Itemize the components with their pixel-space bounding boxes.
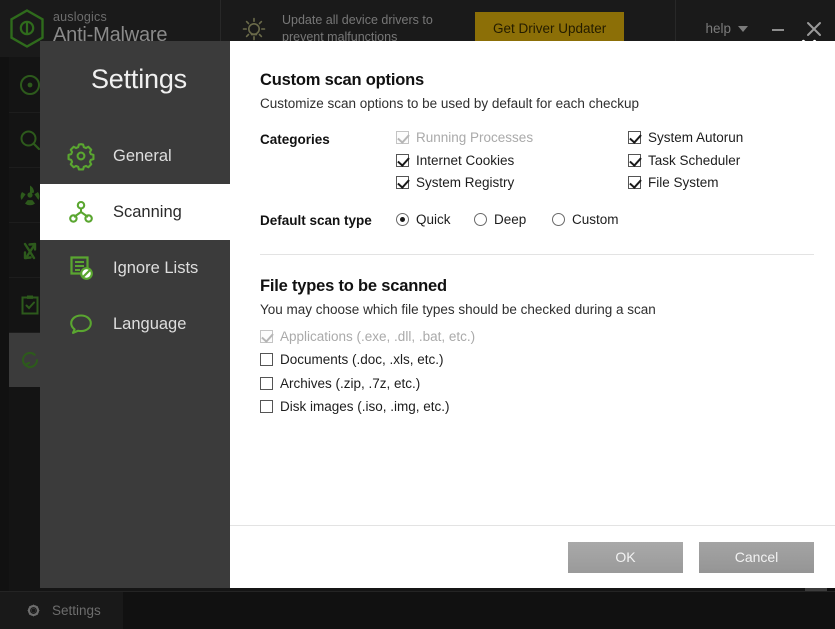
checkbox-box[interactable] — [628, 131, 641, 144]
checkbox-task-scheduler[interactable]: Task Scheduler — [628, 154, 814, 168]
checkbox-system-autorun[interactable]: System Autorun — [628, 131, 814, 145]
default-scan-type-row: Default scan type Quick Deep Custom — [260, 212, 814, 228]
checkbox-label: System Autorun — [648, 131, 743, 145]
checkbox-internet-cookies[interactable]: Internet Cookies — [396, 154, 582, 168]
file-types-subheading: You may choose which file types should b… — [260, 302, 814, 317]
checkbox-label: Internet Cookies — [416, 154, 514, 168]
checkbox-box[interactable] — [396, 154, 409, 167]
file-types-list: Applications (.exe, .dll, .bat, etc.) Do… — [260, 330, 814, 414]
checkbox-box[interactable] — [396, 176, 409, 189]
radio-circle[interactable] — [474, 213, 487, 226]
categories-column-2: System Autorun Task Scheduler File Syste… — [628, 131, 814, 190]
sidebar-item-language[interactable]: Language — [40, 296, 230, 352]
radio-quick[interactable]: Quick — [396, 212, 474, 227]
nodes-icon — [66, 197, 96, 227]
checkbox-archives[interactable]: Archives (.zip, .7z, etc.) — [260, 377, 814, 391]
radio-label: Deep — [494, 212, 526, 227]
checkbox-box — [260, 330, 273, 343]
checkbox-disk-images[interactable]: Disk images (.iso, .img, etc.) — [260, 400, 814, 414]
checkbox-box[interactable] — [628, 154, 641, 167]
custom-scan-options-subheading: Customize scan options to be used by def… — [260, 96, 814, 111]
radio-circle[interactable] — [552, 213, 565, 226]
block-list-icon — [66, 253, 96, 283]
checkbox-label: Disk images (.iso, .img, etc.) — [280, 400, 450, 414]
checkbox-running-processes: Running Processes — [396, 131, 582, 145]
sidebar-item-label: Language — [113, 315, 186, 334]
settings-sidebar: Settings General — [40, 41, 230, 588]
checkbox-box[interactable] — [628, 176, 641, 189]
gear-icon — [66, 141, 96, 171]
checkbox-label: System Registry — [416, 176, 514, 190]
cancel-button[interactable]: Cancel — [699, 542, 814, 573]
brand-name: auslogics — [53, 11, 167, 24]
sidebar-item-label: General — [113, 147, 172, 166]
radio-label: Custom — [572, 212, 619, 227]
clipboard-check-icon — [18, 293, 42, 317]
search-icon — [18, 128, 42, 152]
custom-scan-options-heading: Custom scan options — [260, 71, 814, 90]
checkbox-file-system[interactable]: File System — [628, 176, 814, 190]
radio-label: Quick — [416, 212, 451, 227]
help-label: help — [705, 21, 731, 36]
settings-title: Settings — [40, 64, 230, 95]
settings-dialog: Settings General — [40, 41, 795, 588]
file-types-heading: File types to be scanned — [260, 277, 814, 296]
checkbox-label: File System — [648, 176, 719, 190]
checkbox-documents[interactable]: Documents (.doc, .xls, etc.) — [260, 353, 814, 367]
speech-bubble-icon — [66, 309, 96, 339]
lightbulb-icon — [239, 14, 269, 44]
sidebar-item-label: Scanning — [113, 203, 182, 222]
sidebar-item-label: Ignore Lists — [113, 259, 198, 278]
checkbox-label: Applications (.exe, .dll, .bat, etc.) — [280, 330, 475, 344]
auslogics-logo-icon — [10, 9, 44, 48]
categories-row: Categories Running Processes Internet Co… — [260, 131, 814, 190]
checkbox-box[interactable] — [260, 377, 273, 390]
arrows-icon — [18, 238, 42, 262]
dialog-footer: OK Cancel — [230, 525, 835, 588]
ok-button[interactable]: OK — [568, 542, 683, 573]
checkbox-system-registry[interactable]: System Registry — [396, 176, 582, 190]
categories-label: Categories — [260, 131, 396, 190]
statusbar-settings-label: Settings — [52, 603, 101, 618]
refresh-icon — [18, 348, 42, 372]
settings-content: Custom scan options Customize scan optio… — [230, 41, 835, 588]
radio-custom[interactable]: Custom — [552, 212, 630, 227]
checkbox-applications: Applications (.exe, .dll, .bat, etc.) — [260, 330, 814, 344]
checkbox-label: Running Processes — [416, 131, 533, 145]
app-statusbar: Settings — [0, 591, 835, 629]
close-dialog-button[interactable] — [798, 36, 820, 58]
radio-circle[interactable] — [396, 213, 409, 226]
scan-type-radio-group: Quick Deep Custom — [396, 212, 630, 227]
section-divider — [260, 254, 814, 255]
settings-nav-list: General Scanning — [40, 128, 230, 352]
checkbox-box[interactable] — [260, 400, 273, 413]
gear-icon — [26, 603, 41, 618]
sidebar-item-ignore-lists[interactable]: Ignore Lists — [40, 240, 230, 296]
checkbox-label: Archives (.zip, .7z, etc.) — [280, 377, 420, 391]
sidebar-item-scanning[interactable]: Scanning — [40, 184, 230, 240]
statusbar-settings-button[interactable]: Settings — [0, 592, 123, 629]
checkbox-label: Task Scheduler — [648, 154, 740, 168]
close-icon — [800, 38, 818, 56]
chevron-down-icon — [738, 26, 748, 32]
radio-deep[interactable]: Deep — [474, 212, 552, 227]
default-scan-type-label: Default scan type — [260, 212, 396, 228]
categories-column-1: Running Processes Internet Cookies Syste… — [396, 131, 582, 190]
help-dropdown[interactable]: help — [694, 14, 759, 43]
checkbox-box — [396, 131, 409, 144]
categories-columns: Running Processes Internet Cookies Syste… — [396, 131, 814, 190]
sidebar-item-general[interactable]: General — [40, 128, 230, 184]
checkbox-label: Documents (.doc, .xls, etc.) — [280, 353, 444, 367]
application-window: auslogics Anti-Malware — [0, 0, 835, 629]
overview-icon — [18, 73, 42, 97]
biohazard-icon — [18, 183, 42, 207]
file-types-section: File types to be scanned You may choose … — [260, 277, 814, 414]
checkbox-box[interactable] — [260, 353, 273, 366]
